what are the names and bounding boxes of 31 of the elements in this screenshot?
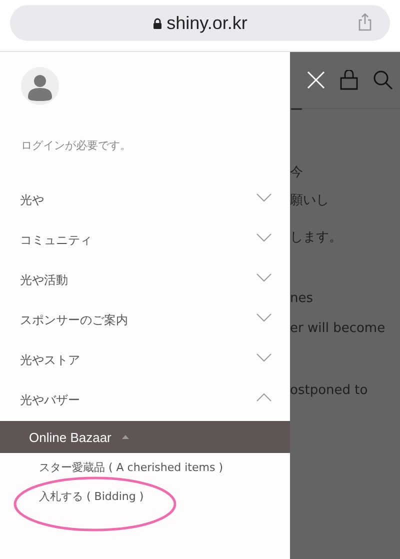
submenu-link[interactable]: スター愛蔵品 ( A cherished items ) <box>0 453 290 482</box>
submenu-item[interactable]: Online Bazaar <box>0 421 290 453</box>
page-text: ー <box>290 102 304 120</box>
page-text: er will become <box>290 320 386 338</box>
address-bar[interactable]: shiny.or.kr <box>10 5 390 41</box>
submenu-link[interactable]: 入札する ( Bidding ) <box>0 482 290 511</box>
page-text: 願いし <box>290 192 330 210</box>
chevron-down-icon <box>256 352 272 362</box>
login-prompt: ログインが必要です。 <box>21 138 132 154</box>
close-icon[interactable] <box>307 71 325 89</box>
menu-item[interactable]: 光や <box>0 181 290 221</box>
chevron-down-icon <box>256 272 272 282</box>
avatar-icon[interactable] <box>21 67 59 105</box>
menu-item[interactable]: 光やバザー <box>0 381 290 421</box>
search-icon[interactable] <box>373 70 393 90</box>
chevron-down-icon <box>256 312 272 322</box>
menu-item[interactable]: スポンサーのご案内 <box>0 301 290 341</box>
chevron-down-icon <box>256 192 272 202</box>
chevron-up-icon <box>256 392 272 402</box>
url-text: shiny.or.kr <box>166 12 248 34</box>
menu-item[interactable]: コミュニティ <box>0 221 290 261</box>
lock-icon <box>152 18 162 28</box>
menu-item[interactable]: 光やストア <box>0 341 290 381</box>
chevron-down-icon <box>256 232 272 242</box>
page-text: します。 <box>290 229 343 247</box>
share-icon[interactable] <box>358 13 372 31</box>
page-text: ostponed to <box>290 382 369 400</box>
page-text: 今 <box>290 164 304 182</box>
caret-icon <box>122 435 130 439</box>
page-text: nes <box>290 290 314 308</box>
menu-item[interactable]: 光や活動 <box>0 261 290 301</box>
